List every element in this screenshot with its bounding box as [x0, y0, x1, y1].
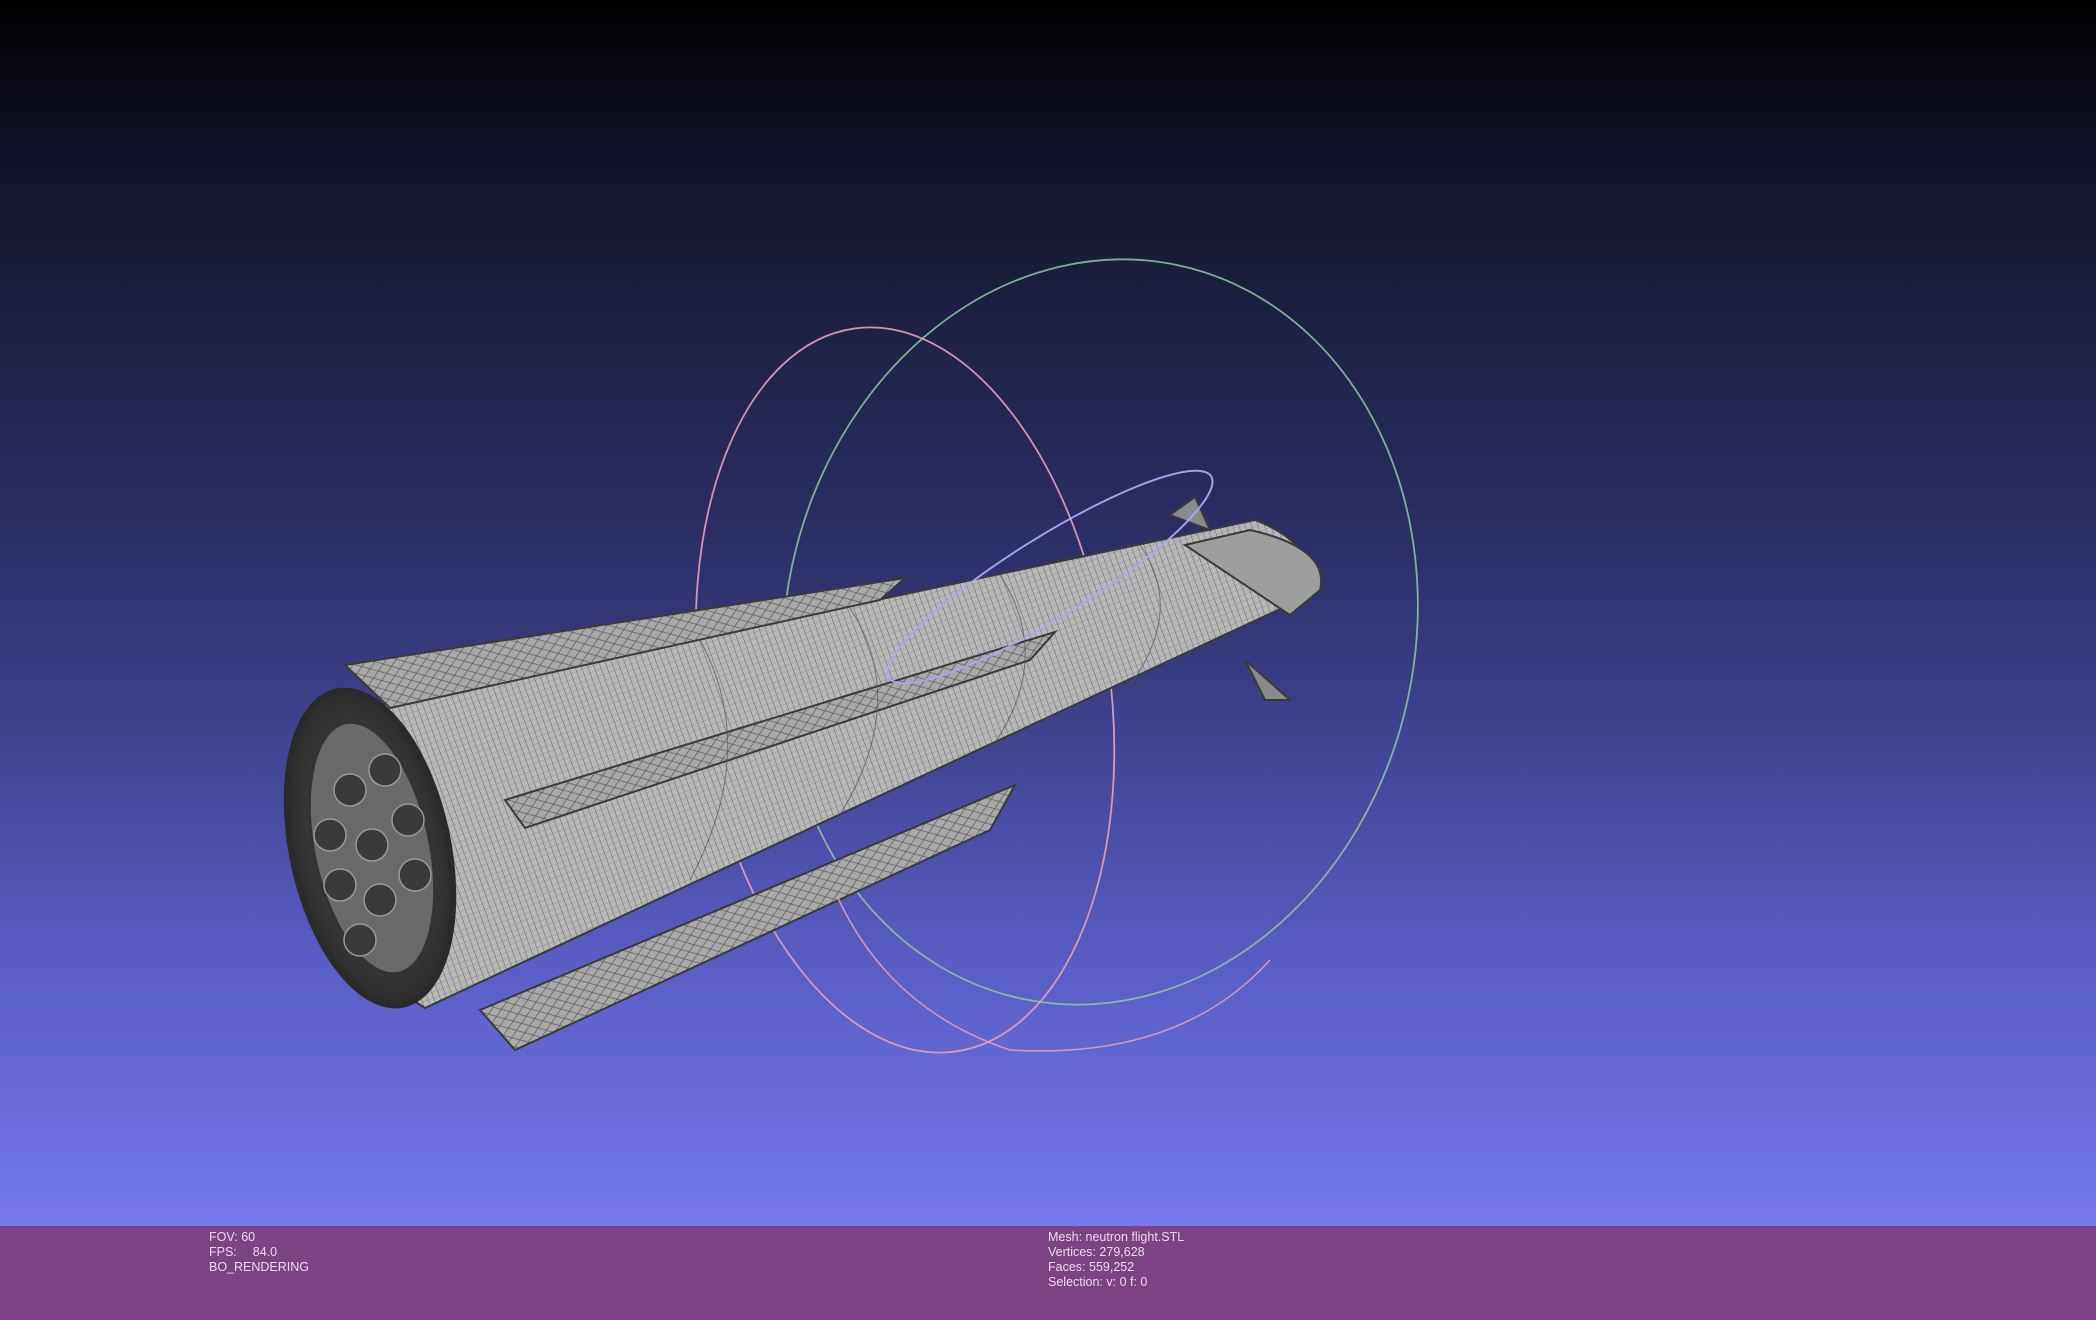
- fov-value: 60: [241, 1230, 256, 1244]
- mesh-readout: Mesh: neutron flight.STL: [1048, 1230, 1184, 1245]
- rocket-nose-fin-bottom: [1244, 659, 1293, 701]
- rocket-mesh[interactable]: [260, 495, 1323, 1052]
- mesh-info: Mesh: neutron flight.STL Vertices: 279,6…: [1048, 1230, 1184, 1290]
- vertices-label: Vertices:: [1048, 1245, 1096, 1259]
- 3d-scene[interactable]: [0, 0, 2096, 1226]
- mesh-label: Mesh:: [1048, 1230, 1083, 1244]
- mesh-name: neutron flight.STL: [1085, 1230, 1185, 1244]
- fps-readout: FPS: 84.0: [209, 1245, 309, 1260]
- faces-label: Faces:: [1048, 1260, 1086, 1274]
- 3d-viewport[interactable]: [0, 0, 2096, 1226]
- vertices-value: 279,628: [1099, 1245, 1145, 1259]
- fov-label: FOV:: [209, 1230, 238, 1244]
- fps-label: FPS:: [209, 1245, 237, 1259]
- selection-value: v: 0 f: 0: [1106, 1275, 1148, 1289]
- selection-readout: Selection: v: 0 f: 0: [1048, 1275, 1184, 1290]
- faces-value: 559,252: [1089, 1260, 1135, 1274]
- vertices-readout: Vertices: 279,628: [1048, 1245, 1184, 1260]
- status-info-bar: FOV: 60 FPS: 84.0 BO_RENDERING Mesh: neut…: [0, 1226, 2096, 1320]
- fps-value: 84.0: [252, 1245, 278, 1259]
- selection-label: Selection:: [1048, 1275, 1103, 1289]
- faces-readout: Faces: 559,252: [1048, 1260, 1184, 1275]
- fov-readout: FOV: 60: [209, 1230, 309, 1245]
- render-mode: BO_RENDERING: [209, 1260, 310, 1274]
- render-info: FOV: 60 FPS: 84.0 BO_RENDERING: [209, 1230, 309, 1275]
